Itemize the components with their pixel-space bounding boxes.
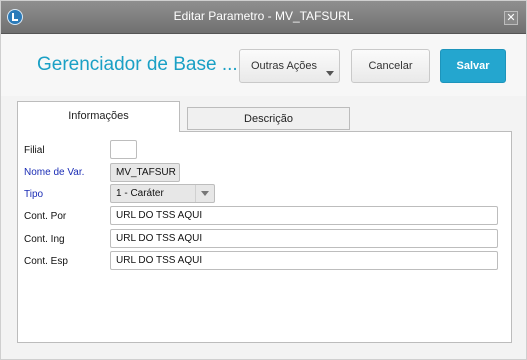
chevron-down-icon[interactable]: [195, 185, 214, 202]
tipo-value: 1 - Caráter: [116, 188, 164, 199]
dialog-window: Editar Parametro - MV_TAFSURL ✕ Gerencia…: [0, 0, 527, 360]
filial-label: Filial: [24, 145, 45, 156]
cont-ing-label: Cont. Ing: [24, 234, 65, 245]
cont-por-label: Cont. Por: [24, 211, 67, 222]
page-title: Gerenciador de Base ...: [37, 54, 238, 75]
nome-var-label: Nome de Var.: [24, 167, 85, 178]
cont-esp-label: Cont. Esp: [24, 256, 68, 267]
tipo-label: Tipo: [24, 189, 44, 200]
cont-por-field[interactable]: URL DO TSS AQUI: [110, 206, 498, 225]
other-actions-button[interactable]: Outras Ações: [239, 49, 340, 83]
chevron-down-icon: [326, 71, 334, 76]
header-bar: Gerenciador de Base ... Outras Ações Can…: [1, 34, 526, 96]
filial-field[interactable]: [110, 140, 137, 159]
close-icon[interactable]: ✕: [504, 11, 518, 25]
cancel-button[interactable]: Cancelar: [351, 49, 430, 83]
cont-esp-field[interactable]: URL DO TSS AQUI: [110, 251, 498, 270]
window-title: Editar Parametro - MV_TAFSURL: [173, 9, 354, 23]
save-button[interactable]: Salvar: [440, 49, 506, 83]
cont-ing-field[interactable]: URL DO TSS AQUI: [110, 229, 498, 248]
tipo-select[interactable]: 1 - Caráter: [110, 184, 215, 203]
tab-informacoes[interactable]: Informações: [17, 101, 180, 132]
other-actions-label: Outras Ações: [251, 60, 318, 72]
tab-descricao[interactable]: Descrição: [187, 107, 350, 130]
title-bar[interactable]: Editar Parametro - MV_TAFSURL ✕: [1, 1, 526, 34]
nome-var-field[interactable]: MV_TAFSUR: [110, 163, 180, 182]
